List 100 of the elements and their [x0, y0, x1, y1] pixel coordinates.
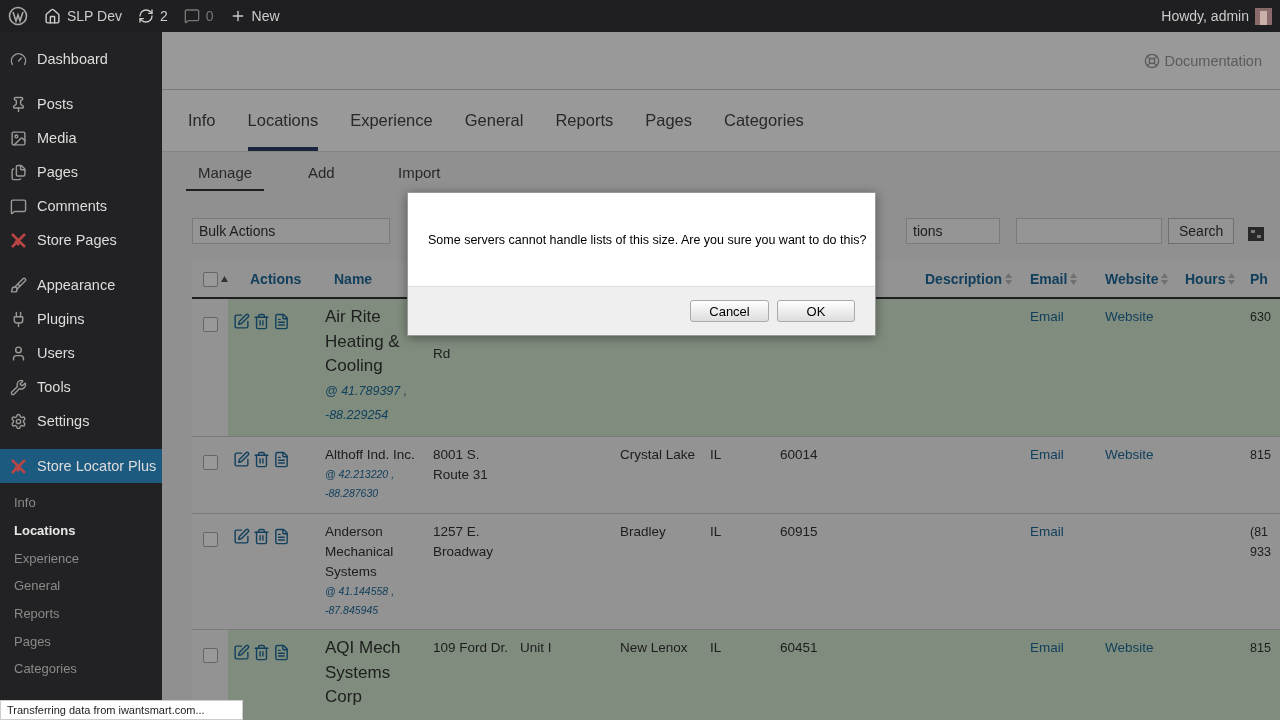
coordinates-link[interactable]: @ 41.789397 , -88.229254 [325, 378, 424, 428]
website-link[interactable]: Website [1105, 447, 1154, 462]
sidebar-item[interactable]: Pages [0, 155, 162, 189]
address-text: 8001 S. Route 31 [433, 447, 488, 482]
phone-text: 630 [1250, 309, 1272, 326]
subtab[interactable]: Manage [186, 164, 264, 191]
edit-icon[interactable] [233, 644, 250, 661]
subtab[interactable]: Import [398, 164, 458, 191]
search-button[interactable]: Search [1168, 218, 1235, 244]
column-header[interactable]: Actions [250, 271, 302, 287]
bulk-actions-select[interactable]: Bulk Actions [192, 218, 390, 244]
email-link[interactable]: Email [1030, 640, 1064, 655]
address2-text: Unit I [520, 640, 552, 655]
submenu-item[interactable]: Categories [14, 655, 162, 683]
comment-icon[interactable] [183, 8, 200, 24]
wordpress-logo[interactable] [8, 6, 28, 26]
trash-icon[interactable] [253, 644, 270, 661]
document-icon[interactable] [273, 313, 290, 330]
document-icon[interactable] [273, 451, 290, 468]
column-header[interactable]: Email [1030, 271, 1078, 287]
state-text: IL [710, 640, 722, 655]
email-link[interactable]: Email [1030, 309, 1064, 324]
wrench-icon [10, 378, 27, 396]
sidebar-item[interactable]: Users [0, 336, 162, 370]
cross-icon [10, 231, 27, 249]
column-header[interactable]: Description [925, 271, 1012, 287]
comments-count[interactable]: 0 [205, 8, 214, 24]
updates-icon[interactable] [138, 8, 154, 24]
submenu-item[interactable]: Reports [14, 599, 162, 628]
document-icon[interactable] [273, 644, 290, 661]
greeting-link[interactable]: Howdy, admin [1161, 8, 1249, 24]
sidebar-item[interactable]: Settings [0, 404, 162, 438]
user-icon [10, 344, 27, 362]
submenu-item[interactable]: Experience [14, 544, 162, 573]
sidebar-item[interactable]: Comments [0, 189, 162, 223]
sidebar-item[interactable]: Posts [0, 87, 162, 121]
trash-icon[interactable] [253, 451, 270, 468]
select-all-checkbox[interactable] [203, 271, 218, 287]
dialog-button[interactable]: Cancel [690, 300, 769, 322]
tab[interactable]: Pages [645, 90, 692, 151]
pages-icon [10, 163, 27, 181]
sidebar-item[interactable]: Dashboard [0, 42, 162, 76]
column-header[interactable]: Name [334, 271, 373, 287]
coordinates-link[interactable]: @ 42.213220 , -88.287630 [325, 465, 424, 503]
sidebar-item[interactable]: Plugins [0, 302, 162, 336]
image-icon [10, 129, 27, 147]
email-link[interactable]: Email [1030, 447, 1064, 462]
search-field[interactable] [1016, 218, 1162, 244]
edit-icon[interactable] [233, 313, 250, 330]
submenu-item[interactable]: Pages [14, 627, 162, 656]
comment-icon [10, 197, 27, 215]
grid-icon[interactable] [1248, 227, 1265, 241]
location-name: AQI Mech Systems Corp [325, 637, 402, 708]
submenu-item[interactable]: Info [14, 489, 162, 517]
column-header[interactable]: Ph [1250, 271, 1268, 287]
trash-icon[interactable] [253, 528, 270, 545]
email-link[interactable]: Email [1030, 524, 1064, 539]
sidebar-item[interactable]: Tools [0, 370, 162, 404]
tab[interactable]: Reports [555, 90, 614, 151]
subtab[interactable]: Add [308, 164, 398, 191]
state-text: IL [710, 524, 722, 539]
trash-icon[interactable] [253, 313, 270, 330]
column-header[interactable]: Hours [1185, 271, 1236, 287]
submenu-item[interactable]: General [14, 572, 162, 600]
updates-count[interactable]: 2 [160, 8, 168, 24]
cross-icon [10, 457, 27, 475]
lifebuoy-icon[interactable] [1144, 52, 1161, 69]
column-header[interactable]: Website [1105, 271, 1169, 287]
filter-select[interactable]: tions [906, 218, 1000, 244]
sidebar-item[interactable]: Store Locator Plus [0, 449, 162, 483]
sidebar-item[interactable]: Media [0, 121, 162, 155]
dashboard-icon [10, 50, 27, 68]
sidebar-item[interactable]: Appearance [0, 268, 162, 302]
avatar[interactable] [1255, 7, 1272, 25]
edit-icon[interactable] [233, 528, 250, 545]
dialog-button[interactable]: OK [777, 300, 855, 322]
tab[interactable]: Info [188, 90, 216, 151]
phone-text: 815 [1250, 640, 1272, 657]
tab[interactable]: Categories [724, 90, 804, 151]
document-icon[interactable] [273, 528, 290, 545]
address-text: 109 Ford Dr. [433, 640, 509, 655]
coordinates-link[interactable]: @ 41.144558 , -87.845945 [325, 582, 424, 620]
website-link[interactable]: Website [1105, 309, 1154, 324]
submenu-item[interactable]: Locations [14, 516, 162, 545]
row-checkbox[interactable] [203, 648, 218, 663]
new-link[interactable]: New [251, 8, 280, 24]
site-name-link[interactable]: SLP Dev [67, 8, 122, 24]
row-checkbox[interactable] [203, 455, 218, 470]
website-link[interactable]: Website [1105, 640, 1154, 655]
tab[interactable]: General [464, 90, 524, 151]
address-text: Rd [433, 346, 451, 361]
edit-icon[interactable] [233, 451, 250, 468]
home-icon[interactable] [44, 7, 61, 25]
tab[interactable]: Experience [350, 90, 433, 151]
sort-up-icon[interactable] [221, 276, 228, 282]
location-name: Air Rite Heating & Cooling [325, 306, 401, 377]
tab[interactable]: Locations [247, 90, 319, 151]
sidebar-item[interactable]: Store Pages [0, 223, 162, 257]
row-checkbox[interactable] [203, 532, 218, 547]
row-checkbox[interactable] [203, 317, 218, 332]
